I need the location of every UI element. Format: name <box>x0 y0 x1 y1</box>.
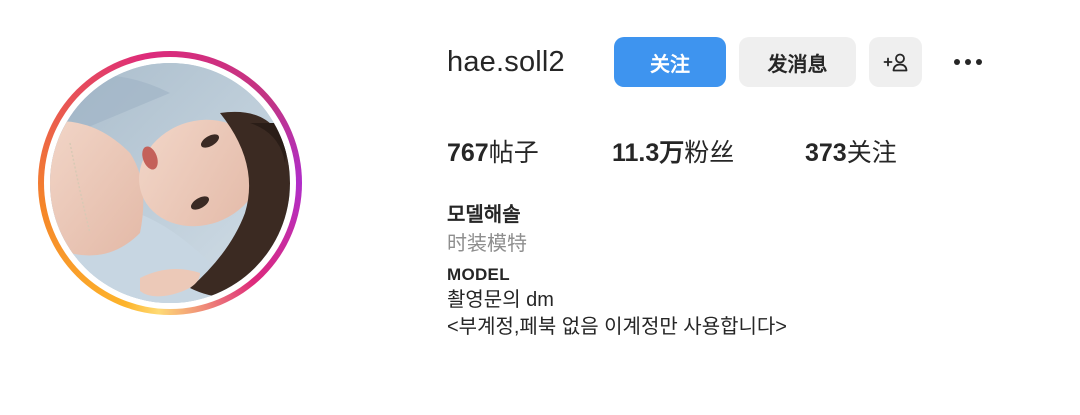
message-button[interactable]: 发消息 <box>739 37 856 87</box>
bio-line: 촬영문의 dm <box>447 289 554 311</box>
follow-button[interactable]: 关注 <box>614 37 726 87</box>
following-stat[interactable]: 373关注 <box>805 137 897 169</box>
following-count: 373 <box>805 139 847 167</box>
suggested-accounts-button[interactable] <box>869 37 922 87</box>
posts-count: 767 <box>447 139 489 167</box>
avatar-story-ring[interactable] <box>38 51 302 315</box>
more-options-button[interactable] <box>948 46 988 78</box>
avatar-ring-gap <box>44 57 296 309</box>
profile-username: hae.soll2 <box>447 46 565 78</box>
followers-count: 11.3万 <box>612 139 685 167</box>
bio-display-name: 모델해솔 <box>447 204 521 226</box>
followers-stat[interactable]: 11.3万粉丝 <box>612 137 734 169</box>
avatar[interactable] <box>50 63 290 303</box>
bio-line: <부계정,페북 없음 이계정만 사용합니다> <box>447 316 787 338</box>
profile-header: hae.soll2 关注 发消息 767帖子 11.3万粉丝 373关注 모델해… <box>0 0 1080 415</box>
bio-category: 时装模特 <box>447 233 527 255</box>
add-person-icon <box>883 53 907 72</box>
following-label: 关注 <box>846 139 897 167</box>
avatar-photo-image <box>50 63 290 303</box>
bio-line: MODEL <box>447 265 510 284</box>
followers-label: 粉丝 <box>684 139 735 167</box>
more-horizontal-icon <box>952 59 985 65</box>
posts-label: 帖子 <box>488 139 539 167</box>
posts-stat[interactable]: 767帖子 <box>447 137 539 169</box>
